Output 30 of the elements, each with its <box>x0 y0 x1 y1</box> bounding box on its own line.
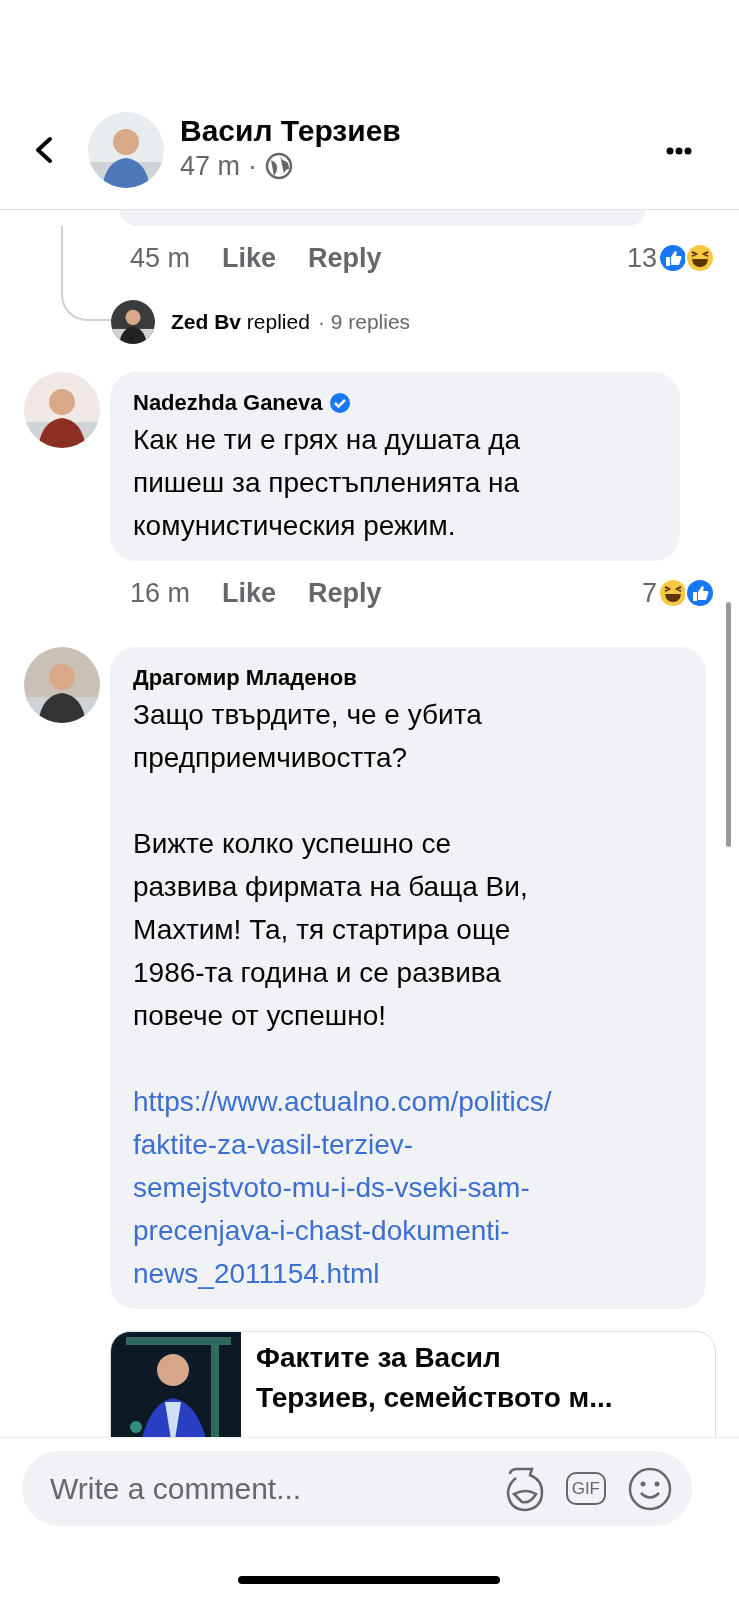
verified-badge-icon <box>328 392 351 414</box>
haha-reaction-icon <box>658 578 688 608</box>
comment-text: Как не ти е грях на душата да пишеш за престъпленията на комунистическия режим. <box>133 423 522 543</box>
separator-dot: · <box>248 150 258 183</box>
globe-icon <box>265 152 294 180</box>
like-link[interactable]: Like <box>214 573 277 613</box>
like-link[interactable]: Like <box>214 238 277 278</box>
emoji-icon[interactable] <box>628 1466 672 1511</box>
haha-reaction-icon <box>685 243 715 273</box>
reply-summary[interactable]: Zed Bv replied <box>171 306 310 338</box>
like-reaction-icon <box>685 578 715 608</box>
gif-button[interactable]: GIF <box>565 1472 606 1505</box>
commenter-name[interactable]: Драгомир Младенов <box>133 663 357 693</box>
preview-title: Фактите за Васил Терзиев, семейството м... <box>255 1341 613 1415</box>
reaction-count: 7 <box>641 577 657 610</box>
link[interactable]: https://www.actualno.com/politics/ faktite-za-vasil-terziev- semejstvoto-mu-i-ds-vseki-sam- precenjava-i-chast-dokumenti- news_2011154.html <box>133 1080 684 1295</box>
commenter-name[interactable]: Nadezhda Ganeva <box>133 388 323 418</box>
comment-text: Защо твърдите, че е убита предприемчивостта? <box>133 698 483 775</box>
post-time: 47 m <box>180 150 241 183</box>
reply-count[interactable]: · 9 replies <box>317 306 411 338</box>
comment-time: 45 m <box>130 242 191 275</box>
author-name[interactable]: Васил Терзиев <box>180 113 401 149</box>
reply-link[interactable]: Reply <box>300 238 382 278</box>
comment-time: 16 m <box>130 577 191 610</box>
comment-field[interactable]: Write a comment... GIF <box>22 1451 692 1526</box>
reply-link[interactable]: Reply <box>300 573 382 613</box>
like-reaction-icon <box>658 243 688 273</box>
reaction-count: 13 <box>626 242 657 275</box>
comment-text: Вижте колко успешно се развива фирмата на баща Ви, Махтим! Та, тя стартира още 1986-та година и се развива повече от успешно! <box>133 827 529 1033</box>
more-icon[interactable] <box>666 147 692 155</box>
